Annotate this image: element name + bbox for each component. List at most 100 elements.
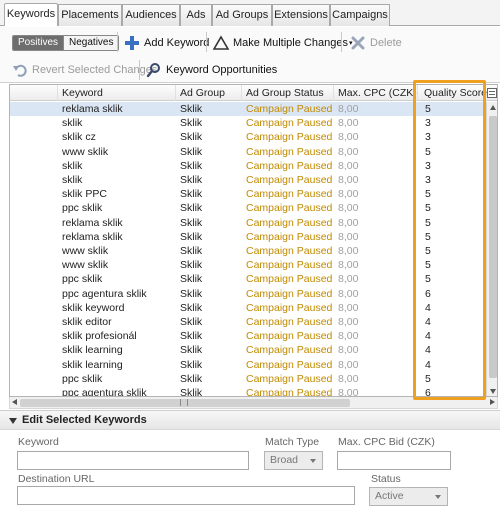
cell-ad-group[interactable]: Sklik <box>176 272 242 286</box>
cell-cpc[interactable]: 8,00 <box>334 287 418 301</box>
cell-keyword[interactable]: sklik <box>58 173 176 187</box>
cell-qs[interactable]: 3 <box>418 116 486 130</box>
table-row[interactable]: ppc sklik Sklik Campaign Paused 8,00 5 <box>10 272 486 286</box>
cell-status[interactable]: Campaign Paused <box>242 272 334 286</box>
cell-qs[interactable]: 5 <box>418 102 486 116</box>
make-multiple-changes-button[interactable]: Make Multiple Changes ▾ <box>212 34 352 52</box>
cell-keyword[interactable]: ppc sklik <box>58 372 176 386</box>
cell-cpc[interactable]: 8,00 <box>334 173 418 187</box>
cell-qs[interactable]: 5 <box>418 244 486 258</box>
cell-status[interactable]: Campaign Paused <box>242 244 334 258</box>
table-row[interactable]: sklik editor Sklik Campaign Paused 8,00 4 <box>10 315 486 329</box>
cell-keyword[interactable]: reklama sklik <box>58 102 176 116</box>
table-row[interactable]: sklik keyword Sklik Campaign Paused 8,00 4 <box>10 301 486 315</box>
cell-keyword[interactable]: www sklik <box>58 258 176 272</box>
cell-status[interactable]: Campaign Paused <box>242 187 334 201</box>
cell-cpc[interactable]: 8,00 <box>334 159 418 173</box>
cell-ad-group[interactable]: Sklik <box>176 159 242 173</box>
cell-qs[interactable]: 4 <box>418 343 486 357</box>
cell-ad-group[interactable]: Sklik <box>176 130 242 144</box>
table-row[interactable]: sklik Sklik Campaign Paused 8,00 3 <box>10 159 486 173</box>
table-row[interactable]: www sklik Sklik Campaign Paused 8,00 5 <box>10 258 486 272</box>
horizontal-scrollbar[interactable] <box>9 397 498 409</box>
destination-url-field[interactable] <box>17 486 355 505</box>
cell-keyword[interactable]: sklik learning <box>58 358 176 372</box>
match-type-select[interactable]: Broad <box>264 451 323 470</box>
cell-ad-group[interactable]: Sklik <box>176 230 242 244</box>
cell-status[interactable]: Campaign Paused <box>242 216 334 230</box>
cell-status[interactable]: Campaign Paused <box>242 201 334 215</box>
table-row[interactable]: sklik PPC Sklik Campaign Paused 8,00 5 <box>10 187 486 201</box>
cell-qs[interactable]: 4 <box>418 358 486 372</box>
vertical-scrollbar-thumb[interactable] <box>489 116 497 378</box>
max-cpc-bid-field[interactable] <box>337 451 451 470</box>
cell-cpc[interactable]: 8,00 <box>334 315 418 329</box>
cell-ad-group[interactable]: Sklik <box>176 343 242 357</box>
cell-qs[interactable]: 5 <box>418 272 486 286</box>
cell-status[interactable]: Campaign Paused <box>242 230 334 244</box>
cell-status[interactable]: Campaign Paused <box>242 315 334 329</box>
cell-keyword[interactable]: sklik <box>58 116 176 130</box>
cell-ad-group[interactable]: Sklik <box>176 145 242 159</box>
column-header-quality-score[interactable]: Quality Score <box>418 85 487 101</box>
cell-qs[interactable]: 3 <box>418 173 486 187</box>
cell-keyword[interactable]: www sklik <box>58 244 176 258</box>
column-header-max-cpc[interactable]: Max. CPC (CZK) <box>334 85 418 101</box>
cell-ad-group[interactable]: Sklik <box>176 258 242 272</box>
cell-ad-group[interactable]: Sklik <box>176 329 242 343</box>
column-header-ad-group-status[interactable]: Ad Group Status <box>242 85 334 101</box>
positives-button[interactable]: Positives <box>13 36 64 50</box>
cell-qs[interactable]: 5 <box>418 372 486 386</box>
table-row[interactable]: www sklik Sklik Campaign Paused 8,00 5 <box>10 244 486 258</box>
scroll-right-icon[interactable] <box>490 399 495 405</box>
cell-ad-group[interactable]: Sklik <box>176 372 242 386</box>
scroll-up-icon[interactable] <box>490 105 496 110</box>
keyword-opportunities-button[interactable]: Keyword Opportunities <box>146 61 277 79</box>
cell-qs[interactable]: 3 <box>418 130 486 144</box>
cell-keyword[interactable]: ppc sklik <box>58 201 176 215</box>
edit-panel-header[interactable]: Edit Selected Keywords <box>0 410 500 430</box>
cell-cpc[interactable]: 8,00 <box>334 372 418 386</box>
cell-ad-group[interactable]: Sklik <box>176 244 242 258</box>
cell-ad-group[interactable]: Sklik <box>176 301 242 315</box>
delete-button[interactable]: Delete <box>350 34 402 52</box>
table-row[interactable]: sklik profesionál Sklik Campaign Paused 8,0… <box>10 329 486 343</box>
cell-cpc[interactable]: 8,00 <box>334 130 418 144</box>
cell-cpc[interactable]: 8,00 <box>334 258 418 272</box>
cell-status[interactable]: Campaign Paused <box>242 159 334 173</box>
cell-qs[interactable]: 3 <box>418 159 486 173</box>
revert-selected-changes-button[interactable]: Revert Selected Changes <box>12 61 157 79</box>
cell-status[interactable]: Campaign Paused <box>242 358 334 372</box>
cell-cpc[interactable]: 8,00 <box>334 216 418 230</box>
collapse-triangle-icon[interactable] <box>9 418 17 424</box>
cell-keyword[interactable]: ppc agentura sklik <box>58 386 176 396</box>
cell-cpc[interactable]: 8,00 <box>334 145 418 159</box>
cell-ad-group[interactable]: Sklik <box>176 315 242 329</box>
cell-ad-group[interactable]: Sklik <box>176 116 242 130</box>
table-row[interactable]: reklama sklik Sklik Campaign Paused 8,00 5 <box>10 102 486 116</box>
negatives-button[interactable]: Negatives <box>63 36 119 50</box>
tab-extensions[interactable]: Extensions <box>272 4 330 26</box>
table-row[interactable]: www sklik Sklik Campaign Paused 8,00 5 <box>10 145 486 159</box>
cell-cpc[interactable]: 8,00 <box>334 272 418 286</box>
cell-ad-group[interactable]: Sklik <box>176 216 242 230</box>
cell-cpc[interactable]: 8,00 <box>334 358 418 372</box>
column-header-keyword[interactable]: Keyword <box>58 85 176 101</box>
cell-status[interactable]: Campaign Paused <box>242 173 334 187</box>
cell-cpc[interactable]: 8,00 <box>334 201 418 215</box>
cell-ad-group[interactable]: Sklik <box>176 173 242 187</box>
cell-keyword[interactable]: sklik cz <box>58 130 176 144</box>
scroll-down-icon[interactable] <box>490 389 496 394</box>
cell-cpc[interactable]: 8,00 <box>334 301 418 315</box>
cell-status[interactable]: Campaign Paused <box>242 372 334 386</box>
table-row[interactable]: ppc sklik Sklik Campaign Paused 8,00 5 <box>10 372 486 386</box>
cell-cpc[interactable]: 8,00 <box>334 230 418 244</box>
cell-cpc[interactable]: 8,00 <box>334 244 418 258</box>
cell-status[interactable]: Campaign Paused <box>242 130 334 144</box>
cell-keyword[interactable]: sklik learning <box>58 343 176 357</box>
table-row[interactable]: sklik learning Sklik Campaign Paused 8,00 4 <box>10 343 486 357</box>
cell-status[interactable]: Campaign Paused <box>242 386 334 396</box>
status-select[interactable]: Active <box>369 487 448 506</box>
cell-keyword[interactable]: sklik profesionál <box>58 329 176 343</box>
tab-audiences[interactable]: Audiences <box>122 4 180 26</box>
